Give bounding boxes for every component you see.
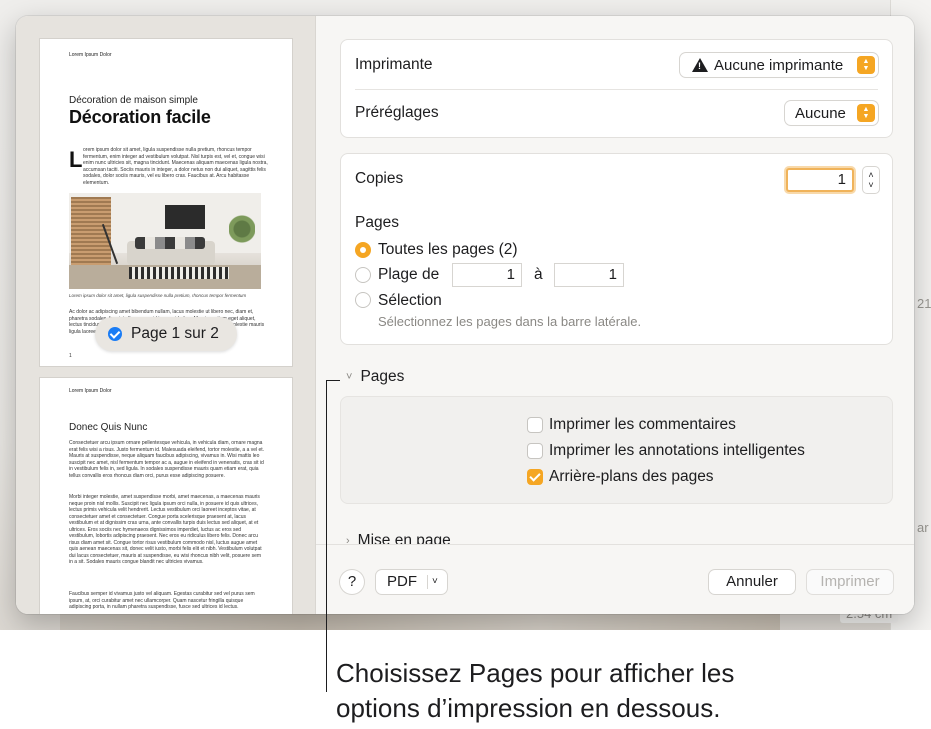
cancel-button[interactable]: Annuler bbox=[709, 570, 795, 594]
print-comments-checkbox[interactable] bbox=[527, 417, 543, 433]
printer-group: Imprimante Aucune imprimante ▲▼ Prérégla… bbox=[340, 39, 893, 138]
popup-arrows-icon: ▲ ▼ bbox=[857, 104, 875, 122]
pdf-label: PDF bbox=[387, 573, 417, 590]
pages-disclosure[interactable]: ˅ Pages bbox=[346, 368, 404, 386]
chevron-up-icon[interactable]: ˄ bbox=[868, 170, 873, 180]
page-badge-label: Page 1 sur 2 bbox=[131, 325, 219, 342]
thumb-body-text: Morbi integer molestie, amet suspendisse… bbox=[69, 494, 262, 565]
screenshot: 21 ar 2.54 cm Lorem Ipsum Dolor Décorati… bbox=[0, 0, 931, 630]
range-from-field[interactable]: 1 bbox=[453, 264, 521, 286]
thumb-body-text: Faucibus semper id vivamus justo vel ali… bbox=[69, 591, 255, 610]
page-thumbnails-sidebar[interactable]: Lorem Ipsum Dolor Décoration de maison s… bbox=[16, 16, 316, 614]
chevron-down-icon: ˅ bbox=[346, 371, 353, 383]
presets-value: Aucune bbox=[795, 104, 846, 122]
callout-text: Choisissez Pages pour afficher les optio… bbox=[336, 656, 916, 726]
page-thumbnail-2[interactable]: Lorem Ipsum Dolor Donec Quis Nunc Consec… bbox=[40, 378, 292, 614]
selection-radio[interactable] bbox=[355, 292, 371, 308]
print-button[interactable]: Imprimer bbox=[807, 570, 893, 594]
thumb-title: Décoration facile bbox=[69, 107, 211, 127]
copies-pages-group: Copies 1 ˄ ˅ Pages Toutes les pages (2) P… bbox=[340, 153, 893, 345]
callout-line bbox=[326, 380, 327, 692]
divider bbox=[355, 89, 878, 90]
dialog-footer: ? PDF ˅ Annuler Imprimer bbox=[316, 544, 914, 614]
callout-line-2: options d’impression en dessous. bbox=[336, 693, 721, 723]
callout-line-1: Choisissez Pages pour afficher les bbox=[336, 658, 735, 688]
print-options-panel: Imprimante Aucune imprimante ▲▼ Prérégla… bbox=[316, 16, 914, 614]
thumb-living-room-photo bbox=[69, 193, 261, 289]
thumb-body-text: orem ipsum dolor sit amet, ligula suspen… bbox=[83, 147, 268, 186]
copies-label: Copies bbox=[355, 170, 404, 187]
copies-stepper[interactable]: ˄ ˅ bbox=[863, 167, 879, 193]
chevron-down-icon: ˅ bbox=[432, 576, 438, 587]
all-pages-radio[interactable] bbox=[355, 242, 371, 258]
selection-label[interactable]: Sélection bbox=[378, 292, 442, 310]
thumb-title: Donec Quis Nunc bbox=[69, 422, 148, 433]
pdf-menu-button[interactable]: PDF ˅ bbox=[376, 570, 447, 594]
range-to-field[interactable]: 1 bbox=[555, 264, 623, 286]
print-smart-annotations-label[interactable]: Imprimer les annotations intelligentes bbox=[549, 442, 805, 460]
divider bbox=[427, 575, 428, 589]
range-label[interactable]: Plage de bbox=[378, 266, 439, 284]
warning-icon bbox=[692, 58, 708, 72]
printer-value: Aucune imprimante bbox=[714, 56, 844, 74]
thumb-header: Lorem Ipsum Dolor bbox=[69, 52, 112, 58]
background-value: ar bbox=[917, 520, 929, 535]
print-dialog: Lorem Ipsum Dolor Décoration de maison s… bbox=[16, 16, 914, 614]
presets-label: Préréglages bbox=[355, 104, 439, 121]
checkmark-icon bbox=[108, 327, 122, 341]
all-pages-label[interactable]: Toutes les pages (2) bbox=[378, 241, 518, 259]
printer-popup[interactable]: Aucune imprimante ▲▼ bbox=[680, 53, 878, 77]
presets-popup[interactable]: Aucune ▲ ▼ bbox=[785, 101, 878, 125]
thumb-kicker: Décoration de maison simple bbox=[69, 95, 198, 106]
pages-label: Pages bbox=[355, 214, 399, 231]
help-button[interactable]: ? bbox=[340, 570, 364, 594]
print-smart-annotations-checkbox[interactable] bbox=[527, 443, 543, 459]
selection-hint: Sélectionnez les pages dans la barre lat… bbox=[378, 314, 642, 329]
page-selection-badge[interactable]: Page 1 sur 2 bbox=[95, 317, 237, 351]
page-backgrounds-checkbox[interactable] bbox=[527, 469, 543, 485]
chevron-down-icon[interactable]: ˅ bbox=[868, 180, 873, 190]
printer-label: Imprimante bbox=[355, 56, 433, 73]
popup-arrows-icon: ▲ ▼ bbox=[857, 56, 875, 74]
thumb-page-number: 1 bbox=[69, 353, 72, 359]
range-radio[interactable] bbox=[355, 267, 371, 283]
thumb-header: Lorem Ipsum Dolor bbox=[69, 388, 112, 394]
thumb-dropcap: L bbox=[69, 147, 83, 172]
thumb-caption: Lorem ipsum dolor sit amet, ligula suspe… bbox=[69, 293, 247, 298]
page-backgrounds-label[interactable]: Arrière-plans des pages bbox=[549, 468, 714, 486]
callout-tick bbox=[326, 380, 340, 381]
pages-options-group: Imprimer les commentaires Imprimer les a… bbox=[340, 396, 893, 504]
range-to-label: à bbox=[534, 266, 543, 283]
thumb-body-text: Consectetuer arcu ipsum ornare pellentes… bbox=[69, 440, 265, 479]
background-value: 21 bbox=[917, 296, 931, 311]
copies-field[interactable]: 1 bbox=[786, 168, 854, 192]
print-comments-label[interactable]: Imprimer les commentaires bbox=[549, 416, 736, 434]
pages-section-title: Pages bbox=[360, 368, 405, 385]
